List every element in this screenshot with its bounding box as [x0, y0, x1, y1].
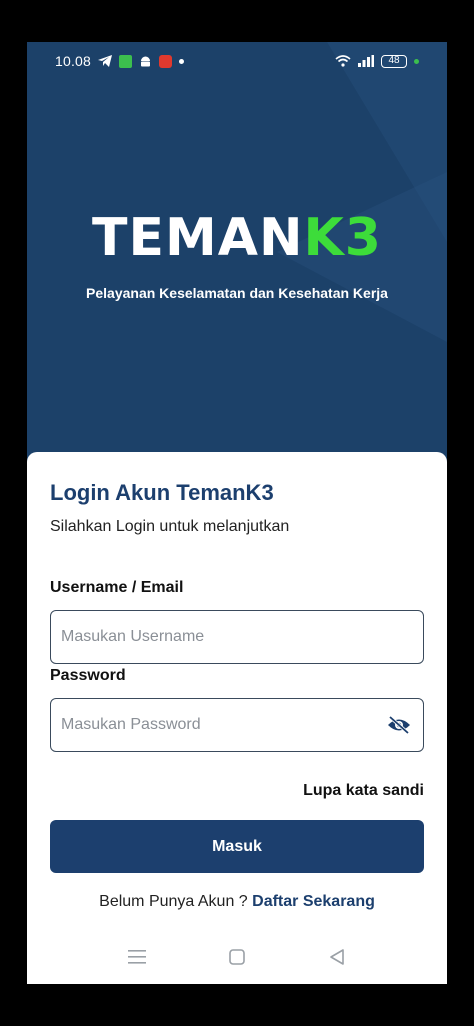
- register-prompt: Belum Punya Akun ?: [99, 893, 248, 910]
- app-logo: TEMANK3: [27, 208, 447, 268]
- home-icon[interactable]: [222, 942, 252, 972]
- forgot-password-link[interactable]: Lupa kata sandi: [303, 782, 424, 800]
- app-notification-icon: [119, 54, 133, 68]
- battery-icon: 48: [381, 54, 407, 68]
- status-bar: 10.08 48: [27, 42, 447, 80]
- signal-icon: [358, 55, 374, 67]
- charging-dot-icon: [414, 58, 419, 64]
- wifi-icon: [335, 55, 351, 67]
- login-button[interactable]: Masuk: [50, 820, 424, 873]
- username-input[interactable]: [61, 628, 413, 646]
- password-input[interactable]: [61, 716, 385, 734]
- username-field[interactable]: [50, 610, 424, 664]
- register-row: Belum Punya Akun ? Daftar Sekarang: [27, 893, 447, 911]
- login-title: Login Akun TemanK3: [50, 480, 274, 505]
- system-nav-bar: [27, 930, 447, 984]
- password-field[interactable]: [50, 698, 424, 752]
- android-icon: [139, 55, 152, 68]
- menu-icon[interactable]: [122, 942, 152, 972]
- more-notifications-dot-icon: [179, 58, 185, 64]
- register-link[interactable]: Daftar Sekarang: [252, 893, 375, 910]
- login-card: Login Akun TemanK3 Silahkan Login untuk …: [27, 452, 447, 930]
- telegram-icon: [98, 55, 113, 67]
- phone-screen: 10.08 48 TEMANK3 Pelayanan Keselamatan d…: [27, 42, 447, 984]
- eye-slash-icon[interactable]: [385, 713, 413, 737]
- logo-accent-text: K3: [303, 208, 382, 268]
- app-tagline: Pelayanan Keselamatan dan Kesehatan Kerj…: [86, 285, 388, 301]
- status-time: 10.08: [55, 53, 92, 69]
- login-subtitle: Silahkan Login untuk melanjutkan: [50, 518, 290, 535]
- password-label: Password: [50, 667, 126, 684]
- status-right: 48: [335, 54, 419, 68]
- shield-app-icon: [159, 54, 173, 68]
- logo-main-text: TEMAN: [92, 208, 304, 268]
- back-icon[interactable]: [322, 942, 352, 972]
- status-left: 10.08: [55, 53, 185, 69]
- username-label: Username / Email: [50, 579, 184, 596]
